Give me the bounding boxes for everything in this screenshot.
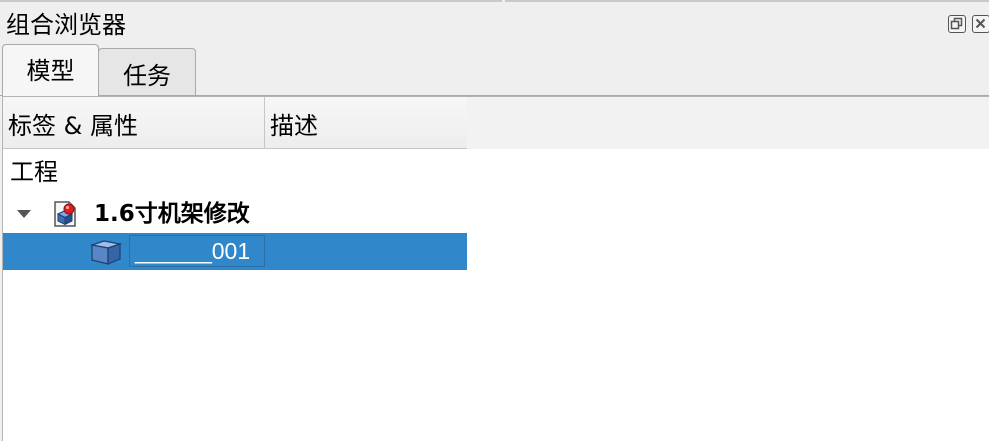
part-icon (89, 240, 123, 265)
expand-arrow-icon[interactable] (17, 210, 31, 218)
tree-item-document[interactable]: 1.6寸机架修改 (3, 197, 467, 233)
tab-bar: 模型 任务 (0, 44, 989, 96)
document-icon (54, 201, 76, 227)
close-button[interactable] (972, 15, 989, 33)
close-icon (975, 18, 986, 29)
part-label: ______001 (135, 238, 251, 264)
tree-header-empty-area (467, 97, 989, 149)
tab-model[interactable]: 模型 (2, 44, 99, 96)
tree-group-label: 工程 (10, 158, 58, 186)
document-label: 1.6寸机架修改 (94, 201, 250, 227)
dock-title: 组合浏览器 (6, 11, 126, 39)
float-icon (950, 17, 963, 30)
part-label-editor[interactable]: ______001 (129, 235, 265, 267)
tree-header: 标签 & 属性 描述 (3, 97, 467, 149)
model-tree-panel[interactable]: 标签 & 属性 描述 工程 1.6寸机架修改 ______001 (2, 96, 989, 441)
tab-task[interactable]: 任务 (98, 48, 196, 95)
tree-item-part-selected[interactable]: ______001 (3, 233, 467, 270)
float-button[interactable] (948, 15, 966, 33)
column-header-label[interactable]: 标签 & 属性 (3, 97, 265, 148)
column-header-description[interactable]: 描述 (265, 97, 467, 148)
combo-view-window: 组合浏览器 模型 任务 标签 & 属性 描述 工程 1.6寸机架修改 _____… (0, 0, 989, 441)
dock-titlebar[interactable]: 组合浏览器 (0, 2, 989, 44)
